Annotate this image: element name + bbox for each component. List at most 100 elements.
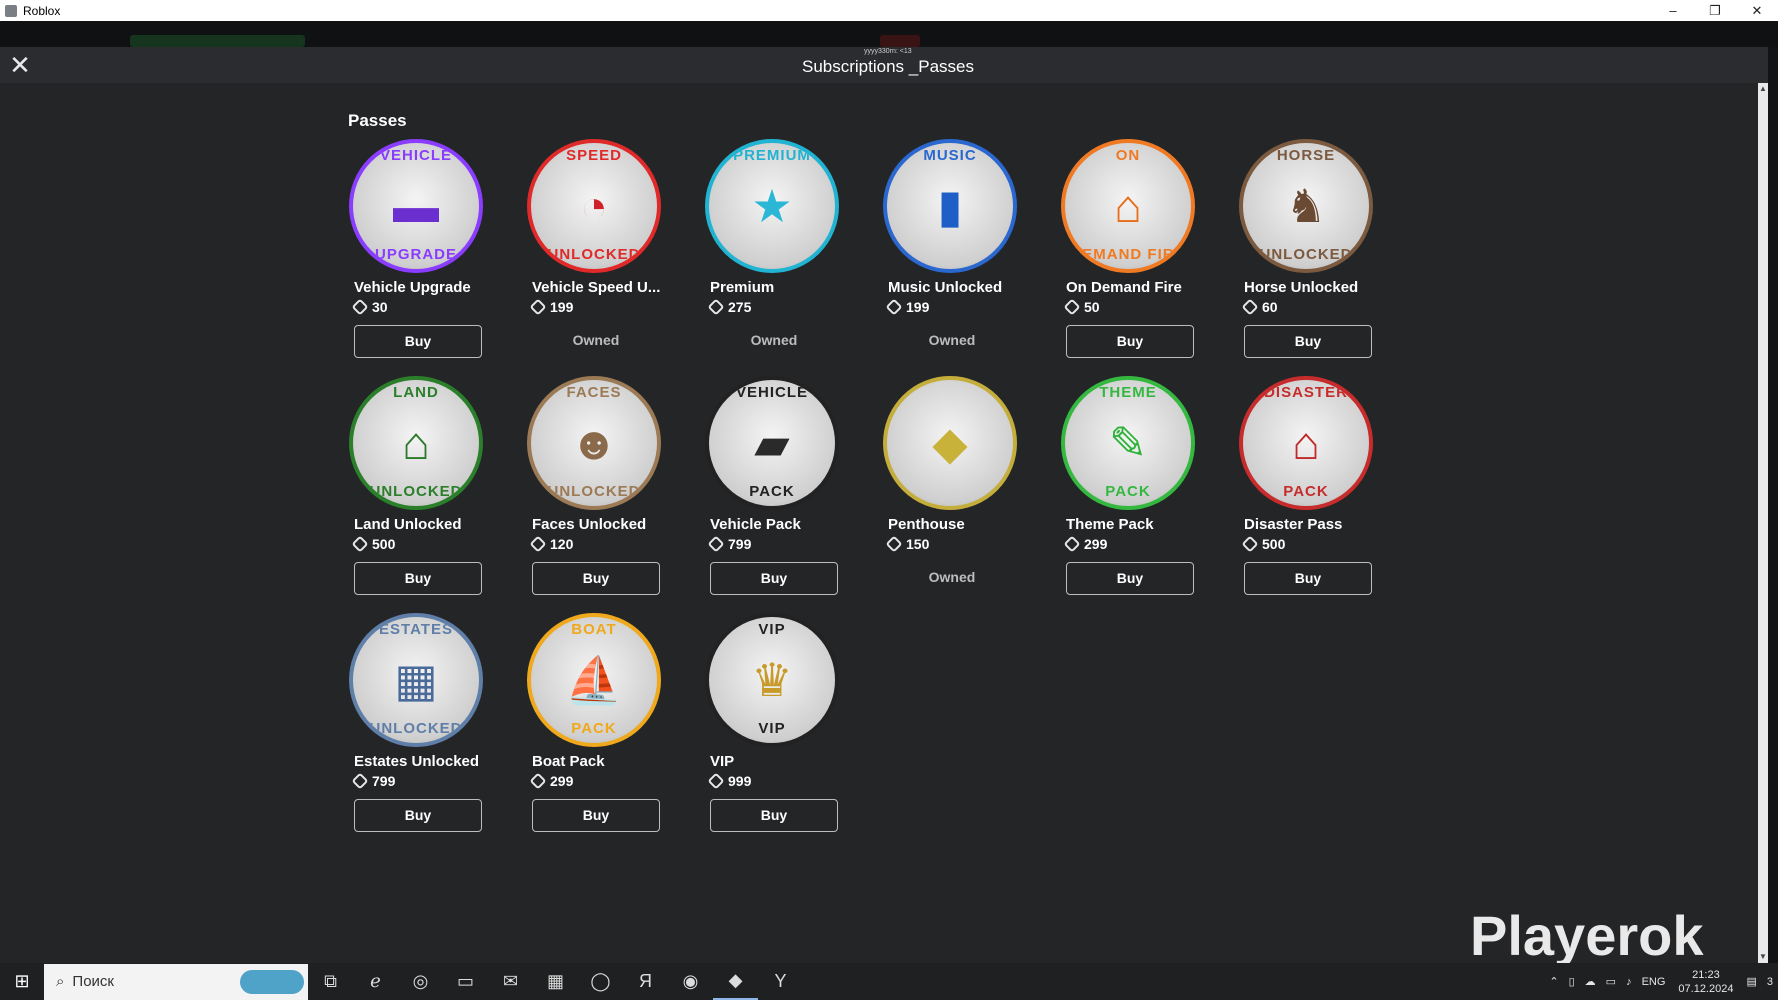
notification-count-badge: 3 <box>1766 975 1773 988</box>
pass-badge-icon[interactable]: ◆ <box>883 376 1017 510</box>
badge-glyph: ★ <box>751 180 793 232</box>
badge-ring-top-text: SPEED <box>566 147 622 164</box>
hud-green-bar <box>130 35 305 47</box>
badge-glyph: ◔ <box>580 180 608 232</box>
buy-button[interactable]: Buy <box>532 562 660 595</box>
pass-name: Land Unlocked <box>354 516 462 533</box>
badge-ring-bottom-text: PACK <box>749 483 795 500</box>
language-indicator[interactable]: ENG <box>1642 976 1666 988</box>
pass-price: 799 <box>351 772 395 790</box>
volume-icon[interactable]: ♪ <box>1626 976 1632 988</box>
pass-badge-icon[interactable]: VEHICLE ▬ UPGRADE <box>349 139 483 273</box>
pass-name: Premium <box>710 279 775 296</box>
scroll-up-arrow-icon[interactable]: ▲ <box>1758 83 1768 95</box>
clock[interactable]: 21:23 07.12.2024 <box>1678 968 1733 996</box>
passes-grid: VEHICLE ▬ UPGRADE Vehicle Upgrade 30 Buy SPEED… <box>348 139 1428 850</box>
yandex-browser-icon[interactable]: Y <box>758 963 803 1000</box>
task-view-icon[interactable]: ⧉ <box>308 963 353 1000</box>
robux-icon <box>1063 298 1081 316</box>
pass-price: 500 <box>1241 535 1285 553</box>
pass-badge-icon[interactable]: FACES ☻ UNLOCKED <box>527 376 661 510</box>
pass-price-value: 50 <box>1084 299 1100 315</box>
buy-button[interactable]: Buy <box>532 799 660 832</box>
tray-device-icon[interactable]: ▯ <box>1569 975 1575 988</box>
badge-glyph: ◆ <box>932 417 968 469</box>
pass-price-value: 299 <box>550 773 574 789</box>
badge-ring-bottom-text: UNLOCKED <box>369 483 463 500</box>
badge-ring-bottom-text: PACK <box>1283 483 1329 500</box>
buy-button[interactable]: Buy <box>354 325 482 358</box>
pass-badge-icon[interactable]: ESTATES ▦ UNLOCKED <box>349 613 483 747</box>
edge-icon[interactable]: ◎ <box>398 963 443 1000</box>
badge-ring-bottom-text: UNLOCKED <box>369 720 463 737</box>
internet-explorer-icon[interactable]: ℯ <box>353 963 398 1000</box>
buy-button[interactable]: Buy <box>710 799 838 832</box>
pass-badge-icon[interactable]: LAND ⌂ UNLOCKED <box>349 376 483 510</box>
buy-button[interactable]: Buy <box>354 799 482 832</box>
robux-icon <box>1241 298 1259 316</box>
buy-button[interactable]: Buy <box>710 562 838 595</box>
onedrive-cloud-icon[interactable]: ☁ <box>1585 975 1596 988</box>
pass-badge-icon[interactable]: HORSE ♞ UNLOCKED <box>1239 139 1373 273</box>
robux-icon <box>1241 535 1259 553</box>
pass-name: Music Unlocked <box>888 279 1003 296</box>
pass-price: 50 <box>1063 298 1100 316</box>
windows-start-icon[interactable]: ⊞ <box>0 963 44 1000</box>
pass-badge-icon[interactable]: SPEED ◔ UNLOCKED <box>527 139 661 273</box>
tray-chevron-up-icon[interactable]: ⌃ <box>1549 975 1558 988</box>
pass-badge-icon[interactable]: VEHICLE ▰ PACK <box>705 376 839 510</box>
pass-price: 30 <box>351 298 388 316</box>
pass-price: 299 <box>529 772 574 790</box>
badge-ring-top-text: FACES <box>566 384 622 401</box>
pass-badge-icon[interactable]: BOAT ⛵ PACK <box>527 613 661 747</box>
network-icon[interactable]: ▭ <box>1606 975 1616 988</box>
pass-card: ESTATES ▦ UNLOCKED Estates Unlocked 799 Buy <box>348 613 526 850</box>
restore-button[interactable]: ❐ <box>1694 0 1736 21</box>
scroll-down-arrow-icon[interactable]: ▼ <box>1758 951 1768 963</box>
discord-icon[interactable]: ◉ <box>668 963 713 1000</box>
store-icon[interactable]: ▦ <box>533 963 578 1000</box>
badge-ring-top-text: DISASTER <box>1264 384 1348 401</box>
pass-price-value: 500 <box>372 536 396 552</box>
pass-card: VEHICLE ▰ PACK Vehicle Pack 799 Buy <box>704 376 882 613</box>
badge-ring-top-text: MUSIC <box>923 147 977 164</box>
opera-icon[interactable]: ◯ <box>578 963 623 1000</box>
buy-button[interactable]: Buy <box>1244 562 1372 595</box>
outlook-icon[interactable]: ✉ <box>488 963 533 1000</box>
pass-name: Horse Unlocked <box>1244 279 1359 296</box>
pass-badge-icon[interactable]: ON ⌂ DEMAND FIRE <box>1061 139 1195 273</box>
buy-button[interactable]: Buy <box>1066 325 1194 358</box>
roblox-taskbar-icon[interactable]: ◆ <box>713 963 758 1000</box>
scrollbar[interactable]: ▲ ▼ <box>1758 83 1768 963</box>
pass-badge-icon[interactable]: DISASTER ⌂ PACK <box>1239 376 1373 510</box>
pass-price-value: 120 <box>550 536 574 552</box>
file-explorer-icon[interactable]: ▭ <box>443 963 488 1000</box>
pass-card: THEME ✎ PACK Theme Pack 299 Buy <box>1060 376 1238 613</box>
minimize-button[interactable]: – <box>1652 0 1694 21</box>
notification-center-icon[interactable]: ▤ <box>1746 975 1756 988</box>
badge-glyph: ☻ <box>569 417 619 469</box>
badge-glyph: ▰ <box>754 417 790 469</box>
buy-button[interactable]: Buy <box>1066 562 1194 595</box>
badge-ring-bottom-text: PACK <box>571 720 617 737</box>
taskbar-search[interactable]: ⌕ Поиск <box>44 963 308 1000</box>
window-titlebar: Roblox – ❐ ✕ <box>0 0 1778 21</box>
badge-glyph: ♞ <box>1285 180 1327 232</box>
badge-ring-top-text: VEHICLE <box>735 384 808 401</box>
yandex-icon[interactable]: Я <box>623 963 668 1000</box>
badge-ring-top-text: BOAT <box>571 621 617 638</box>
pass-price-value: 60 <box>1262 299 1278 315</box>
pass-badge-icon[interactable]: THEME ✎ PACK <box>1061 376 1195 510</box>
pass-price: 999 <box>707 772 751 790</box>
hud-red-badge <box>880 35 920 47</box>
buy-button[interactable]: Buy <box>1244 325 1372 358</box>
window-close-button[interactable]: ✕ <box>1736 0 1778 21</box>
pass-badge-icon[interactable]: VIP ♛ VIP <box>705 613 839 747</box>
pass-badge-icon[interactable]: MUSIC ▮ <box>883 139 1017 273</box>
buy-button[interactable]: Buy <box>354 562 482 595</box>
watermark: Playerok <box>1470 904 1704 967</box>
pass-name: Theme Pack <box>1066 516 1154 533</box>
pass-badge-icon[interactable]: PREMIUM ★ <box>705 139 839 273</box>
search-placeholder: Поиск <box>72 973 114 990</box>
player-name-label: yyyy330rn: <13 <box>864 48 912 55</box>
